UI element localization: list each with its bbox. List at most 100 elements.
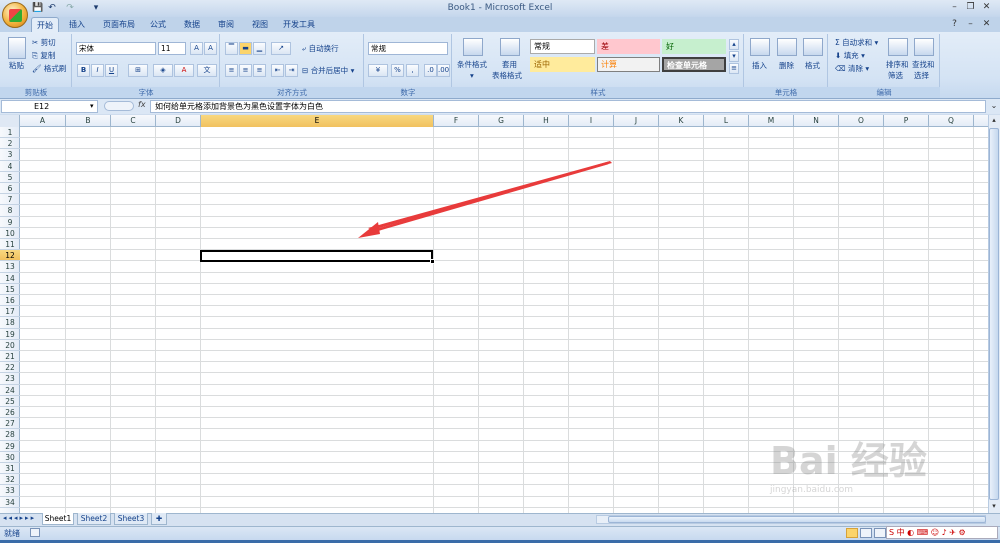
row-header-15[interactable]: 15: [0, 284, 20, 295]
row-header-22[interactable]: 22: [0, 362, 20, 374]
close-button[interactable]: ✕: [980, 2, 993, 13]
row-header-7[interactable]: 7: [0, 194, 20, 206]
bold-button[interactable]: B: [77, 64, 90, 77]
help-icon[interactable]: ?: [948, 19, 961, 30]
comma-button[interactable]: ,: [406, 64, 419, 77]
normal-view-icon[interactable]: [846, 528, 858, 538]
column-header-a[interactable]: A: [20, 115, 66, 127]
sort-filter-button[interactable]: 排序和: [886, 60, 909, 70]
style-good[interactable]: 好: [662, 39, 726, 54]
minimize-button[interactable]: –: [948, 2, 961, 13]
row-header-19[interactable]: 19: [0, 329, 20, 340]
column-header-h[interactable]: H: [524, 115, 569, 127]
undo-icon[interactable]: ↶: [46, 2, 58, 14]
row-header-5[interactable]: 5: [0, 172, 20, 183]
conditional-format-dropdown-icon[interactable]: ▾: [470, 71, 474, 81]
row-header-31[interactable]: 31: [0, 463, 20, 475]
decrease-indent-icon[interactable]: ⇤: [271, 64, 284, 77]
column-header-l[interactable]: L: [704, 115, 749, 127]
page-break-view-icon[interactable]: [874, 528, 886, 538]
row-header-27[interactable]: 27: [0, 418, 20, 430]
row-header-14[interactable]: 14: [0, 273, 20, 284]
style-normal[interactable]: 常规: [530, 39, 595, 54]
fill-color-icon[interactable]: ◈: [153, 64, 173, 77]
column-header-e[interactable]: E: [201, 115, 434, 127]
row-header-4[interactable]: 4: [0, 161, 20, 172]
column-header-f[interactable]: F: [434, 115, 479, 127]
name-box-dropdown-icon[interactable]: ▾: [90, 102, 94, 110]
font-name-select[interactable]: 宋体: [76, 42, 156, 55]
increase-decimal-icon[interactable]: .0: [424, 64, 437, 77]
sort-filter-button-line2[interactable]: 筛选: [888, 71, 903, 81]
name-box[interactable]: E12: [1, 100, 98, 113]
column-header-m[interactable]: M: [749, 115, 794, 127]
table-format-button-line2[interactable]: 表格格式: [492, 71, 522, 81]
column-header-o[interactable]: O: [839, 115, 884, 127]
delete-cells-icon[interactable]: [777, 38, 797, 56]
row-header-29[interactable]: 29: [0, 441, 20, 452]
sheet-tab-3[interactable]: Sheet3: [114, 513, 148, 525]
scroll-down-icon[interactable]: ▾: [989, 502, 999, 512]
active-cell-e12[interactable]: [200, 250, 433, 262]
sheet-tab-1[interactable]: Sheet1: [42, 513, 74, 525]
save-icon[interactable]: 💾: [32, 2, 44, 14]
row-header-18[interactable]: 18: [0, 317, 20, 329]
wrap-text-button[interactable]: ⤶ 自动换行: [302, 44, 339, 54]
sheet-tab-2[interactable]: Sheet2: [77, 513, 111, 525]
decrease-decimal-icon[interactable]: .00: [437, 64, 450, 77]
ime-toolbar[interactable]: S 中 ◐ ⌨ ☺ ♪ ✈ ⚙: [886, 526, 998, 539]
insert-function-button[interactable]: fx: [138, 100, 146, 109]
conditional-format-button[interactable]: 条件格式: [457, 60, 487, 70]
align-top-icon[interactable]: ▔: [225, 42, 238, 55]
align-left-icon[interactable]: ≡: [225, 64, 238, 77]
border-icon[interactable]: ⊞: [128, 64, 148, 77]
tab-developer[interactable]: 开发工具: [280, 17, 318, 32]
conditional-format-icon[interactable]: [463, 38, 483, 56]
find-select-button[interactable]: 查找和: [912, 60, 935, 70]
increase-indent-icon[interactable]: ⇥: [285, 64, 298, 77]
page-layout-view-icon[interactable]: [860, 528, 872, 538]
column-header-j[interactable]: J: [614, 115, 659, 127]
row-header-23[interactable]: 23: [0, 373, 20, 385]
row-header-25[interactable]: 25: [0, 396, 20, 407]
column-header-d[interactable]: D: [156, 115, 201, 127]
row-header-24[interactable]: 24: [0, 385, 20, 396]
clear-button[interactable]: ⌫ 清除 ▾: [835, 64, 869, 74]
row-header-16[interactable]: 16: [0, 295, 20, 307]
row-header-3[interactable]: 3: [0, 149, 20, 161]
formula-bar-splitter[interactable]: [104, 101, 134, 111]
insert-cells-icon[interactable]: [750, 38, 770, 56]
row-header-21[interactable]: 21: [0, 351, 20, 363]
copy-button[interactable]: ⎘ 复制: [32, 51, 55, 61]
formula-input[interactable]: 如何给单元格添加背景色为黑色设置字体为白色: [150, 100, 986, 113]
grow-font-button[interactable]: A: [190, 42, 203, 55]
select-all-button[interactable]: [0, 115, 20, 127]
tab-insert[interactable]: 插入: [66, 17, 88, 32]
row-header-30[interactable]: 30: [0, 452, 20, 463]
format-painter-button[interactable]: 🖌 格式刷: [32, 64, 66, 74]
paste-button[interactable]: 粘贴: [9, 61, 24, 71]
row-header-33[interactable]: 33: [0, 485, 20, 497]
column-header-q[interactable]: Q: [929, 115, 974, 127]
tab-formulas[interactable]: 公式: [146, 17, 170, 32]
expand-formula-bar-icon[interactable]: ⌄: [989, 101, 999, 112]
ribbon-minimize-button[interactable]: –: [964, 19, 977, 30]
find-select-icon[interactable]: [914, 38, 934, 56]
column-header-i[interactable]: I: [569, 115, 614, 127]
font-size-select[interactable]: 11: [158, 42, 186, 55]
font-color-icon[interactable]: A: [174, 64, 194, 77]
align-center-icon[interactable]: ≡: [239, 64, 252, 77]
insert-cells-button[interactable]: 插入: [752, 61, 767, 71]
row-header-10[interactable]: 10: [0, 228, 20, 239]
row-header-12[interactable]: 12: [0, 250, 20, 262]
styles-scroll-up-icon[interactable]: ▴: [729, 39, 739, 50]
merge-center-button[interactable]: ⊟ 合并后居中 ▾: [302, 66, 354, 76]
percent-button[interactable]: %: [391, 64, 404, 77]
row-header-8[interactable]: 8: [0, 205, 20, 217]
ribbon-close-button[interactable]: ✕: [980, 19, 993, 30]
format-cells-button[interactable]: 格式: [805, 61, 820, 71]
row-header-1[interactable]: 1: [0, 127, 20, 139]
phonetic-icon[interactable]: 文: [197, 64, 217, 77]
row-header-11[interactable]: 11: [0, 239, 20, 251]
align-middle-icon[interactable]: ▬: [239, 42, 252, 55]
